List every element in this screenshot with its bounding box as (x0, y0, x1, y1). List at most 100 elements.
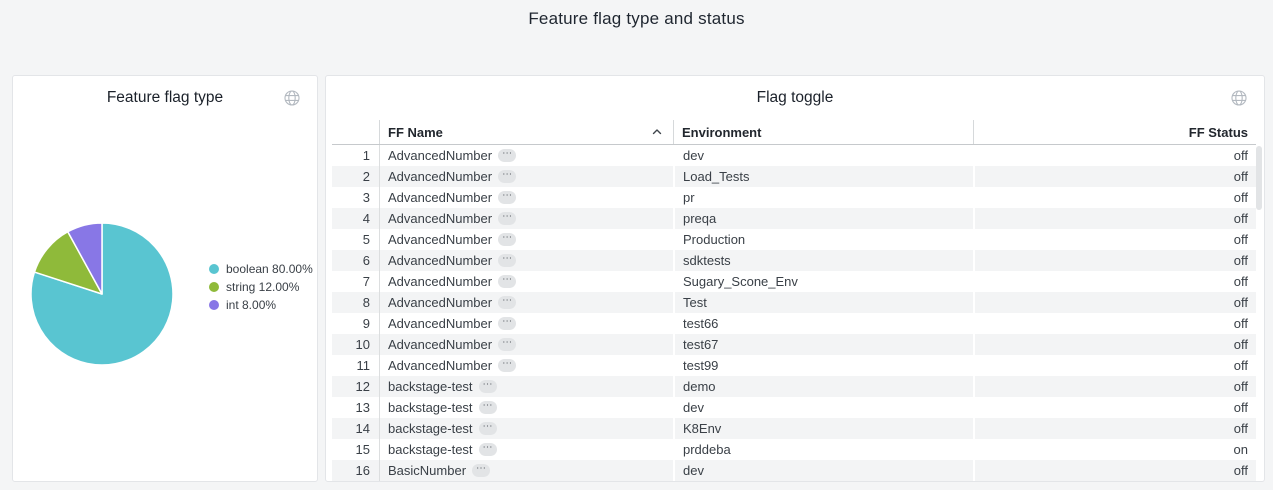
legend-label: int 8.00% (226, 298, 276, 313)
ff-name-cell[interactable]: AdvancedNumber ⋯ (379, 166, 673, 187)
ff-name-text: AdvancedNumber (388, 169, 492, 184)
environment-cell: Load_Tests (673, 166, 973, 187)
panel-title-feature-flag-type[interactable]: Feature flag type (107, 89, 223, 107)
ff-name-text: AdvancedNumber (388, 358, 492, 373)
ff-status-cell: off (973, 271, 1256, 292)
table-row: 11 AdvancedNumber ⋯ test99 off (332, 355, 1256, 376)
environment-cell: preqa (673, 208, 973, 229)
sort-ascending-icon[interactable] (651, 126, 663, 138)
row-number: 10 (332, 334, 379, 355)
table-row: 6 AdvancedNumber ⋯ sdktests off (332, 250, 1256, 271)
environment-cell: sdktests (673, 250, 973, 271)
ff-name-cell[interactable]: backstage-test ⋯ (379, 376, 673, 397)
dashboard-header: Feature flag type and status (0, 0, 1273, 60)
column-header-label: FF Status (1189, 125, 1248, 140)
row-number: 6 (332, 250, 379, 271)
table-row: 15 backstage-test ⋯ prddeba on (332, 439, 1256, 460)
column-header-ff-name[interactable]: FF Name (379, 120, 673, 144)
table-scrollbar-thumb[interactable] (1256, 146, 1262, 210)
ff-name-cell[interactable]: AdvancedNumber ⋯ (379, 187, 673, 208)
row-number: 8 (332, 292, 379, 313)
pie-legend: boolean 80.00% string 12.00% int 8.00% (209, 262, 313, 313)
ff-name-text: AdvancedNumber (388, 253, 492, 268)
ellipsis-badge[interactable]: ⋯ (498, 296, 516, 309)
ff-name-cell[interactable]: AdvancedNumber ⋯ (379, 355, 673, 376)
ff-status-cell: off (973, 418, 1256, 439)
table-row: 14 backstage-test ⋯ K8Env off (332, 418, 1256, 439)
table-body: 1 AdvancedNumber ⋯ dev off 2 AdvancedNum… (332, 145, 1256, 481)
row-number: 3 (332, 187, 379, 208)
environment-cell: test67 (673, 334, 973, 355)
flag-table: FF Name Environment FF Status 1 Advanced… (332, 120, 1256, 481)
table-row: 10 AdvancedNumber ⋯ test67 off (332, 334, 1256, 355)
ff-name-cell[interactable]: AdvancedNumber ⋯ (379, 145, 673, 166)
ff-name-text: AdvancedNumber (388, 274, 492, 289)
ff-name-text: BasicNumber (388, 463, 466, 478)
environment-cell: Sugary_Scone_Env (673, 271, 973, 292)
ellipsis-badge[interactable]: ⋯ (479, 422, 497, 435)
dashboard-title: Feature flag type and status (528, 9, 744, 29)
table-header-row: FF Name Environment FF Status (332, 120, 1256, 145)
ff-name-text: AdvancedNumber (388, 316, 492, 331)
globe-icon[interactable] (283, 89, 301, 107)
ff-name-text: backstage-test (388, 442, 473, 457)
environment-cell: dev (673, 460, 973, 481)
ff-name-cell[interactable]: AdvancedNumber ⋯ (379, 250, 673, 271)
ff-name-cell[interactable]: BasicNumber ⋯ (379, 460, 673, 481)
panel-flag-toggle: Flag toggle FF Name Environment (325, 75, 1265, 482)
ff-name-cell[interactable]: backstage-test ⋯ (379, 418, 673, 439)
ellipsis-badge[interactable]: ⋯ (479, 443, 497, 456)
ff-name-cell[interactable]: AdvancedNumber ⋯ (379, 271, 673, 292)
ff-name-cell[interactable]: backstage-test ⋯ (379, 397, 673, 418)
row-number: 5 (332, 229, 379, 250)
ff-name-cell[interactable]: backstage-test ⋯ (379, 439, 673, 460)
row-number: 4 (332, 208, 379, 229)
row-number: 16 (332, 460, 379, 481)
ellipsis-badge[interactable]: ⋯ (479, 401, 497, 414)
ff-name-cell[interactable]: AdvancedNumber ⋯ (379, 208, 673, 229)
ellipsis-badge[interactable]: ⋯ (472, 464, 490, 477)
panel-title-flag-toggle[interactable]: Flag toggle (757, 89, 834, 107)
environment-cell: test66 (673, 313, 973, 334)
legend-item-string[interactable]: string 12.00% (209, 280, 313, 295)
ellipsis-badge[interactable]: ⋯ (498, 149, 516, 162)
ff-status-cell: off (973, 460, 1256, 481)
column-header-environment[interactable]: Environment (673, 120, 973, 144)
ellipsis-badge[interactable]: ⋯ (498, 212, 516, 225)
ff-name-cell[interactable]: AdvancedNumber ⋯ (379, 292, 673, 313)
row-number: 2 (332, 166, 379, 187)
row-number: 9 (332, 313, 379, 334)
panel-header: Feature flag type (13, 76, 317, 120)
panel-header: Flag toggle (326, 76, 1264, 120)
ff-status-cell: off (973, 376, 1256, 397)
globe-icon[interactable] (1230, 89, 1248, 107)
environment-cell: demo (673, 376, 973, 397)
ff-status-cell: off (973, 313, 1256, 334)
column-header-ff-status[interactable]: FF Status (973, 120, 1256, 144)
table-row: 12 backstage-test ⋯ demo off (332, 376, 1256, 397)
ellipsis-badge[interactable]: ⋯ (498, 338, 516, 351)
table-row: 4 AdvancedNumber ⋯ preqa off (332, 208, 1256, 229)
ellipsis-badge[interactable]: ⋯ (498, 317, 516, 330)
ff-status-cell: off (973, 250, 1256, 271)
ellipsis-badge[interactable]: ⋯ (479, 380, 497, 393)
ff-name-cell[interactable]: AdvancedNumber ⋯ (379, 229, 673, 250)
row-number: 12 (332, 376, 379, 397)
ff-name-text: AdvancedNumber (388, 190, 492, 205)
table-row: 16 BasicNumber ⋯ dev off (332, 460, 1256, 481)
ellipsis-badge[interactable]: ⋯ (498, 170, 516, 183)
ff-name-text: AdvancedNumber (388, 148, 492, 163)
ff-name-cell[interactable]: AdvancedNumber ⋯ (379, 334, 673, 355)
ellipsis-badge[interactable]: ⋯ (498, 191, 516, 204)
ellipsis-badge[interactable]: ⋯ (498, 275, 516, 288)
legend-item-boolean[interactable]: boolean 80.00% (209, 262, 313, 277)
column-header-label: FF Name (388, 125, 443, 140)
ellipsis-badge[interactable]: ⋯ (498, 359, 516, 372)
ellipsis-badge[interactable]: ⋯ (498, 254, 516, 267)
legend-item-int[interactable]: int 8.00% (209, 298, 313, 313)
pie-chart[interactable] (29, 221, 175, 367)
ff-name-cell[interactable]: AdvancedNumber ⋯ (379, 313, 673, 334)
ellipsis-badge[interactable]: ⋯ (498, 233, 516, 246)
legend-label: string 12.00% (226, 280, 299, 295)
environment-cell: Test (673, 292, 973, 313)
